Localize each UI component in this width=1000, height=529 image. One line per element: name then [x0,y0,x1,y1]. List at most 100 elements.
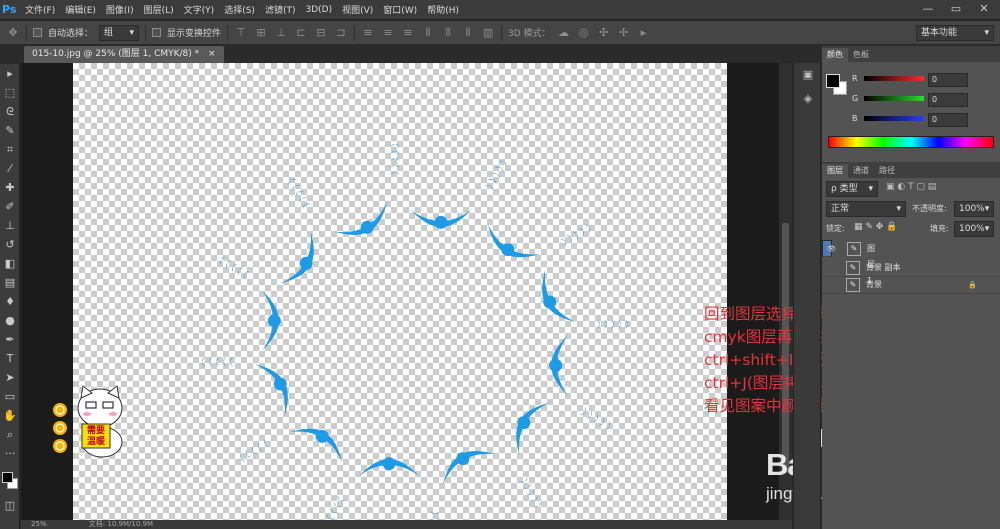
tab-swatches[interactable]: 色板 [848,48,874,62]
eraser-tool-icon[interactable]: ◧ [0,254,20,273]
layer-thumbnail[interactable]: ✎ [846,278,860,292]
menu-layer[interactable]: 图层(L) [139,3,179,16]
menu-file[interactable]: 文件(F) [20,3,60,16]
tab-layers[interactable]: 图层 [822,164,848,178]
show-transform-checkbox[interactable] [152,28,162,37]
auto-select-dropdown[interactable]: 组 ▾ [99,24,140,41]
align-bottom-icon[interactable]: ⊥ [274,26,288,40]
scale-3d-icon[interactable]: ▸ [637,26,651,40]
align-vcenter-icon[interactable]: ⊞ [254,26,268,40]
channel-slider[interactable] [864,116,924,121]
type-tool-icon[interactable]: T [0,349,20,368]
hand-tool-icon[interactable]: ✋ [0,406,20,425]
distribute-left-icon[interactable]: ⦀ [421,26,435,40]
crop-tool-icon[interactable]: ⌗ [0,140,20,159]
zoom-level[interactable]: 25% [31,520,47,528]
fg-color-chip[interactable] [826,74,840,88]
menu-help[interactable]: 帮助(H) [422,3,464,16]
properties-panel-icon[interactable]: ◈ [794,87,822,111]
distribute-right-icon[interactable]: ⦀ [461,26,475,40]
layer-kind-filter[interactable]: ρ 类型 ▾ [826,181,878,197]
blend-mode-dropdown[interactable]: 正常 ▾ [826,201,906,217]
sticker-sign-text: 需要温暖 [86,426,105,447]
menu-type[interactable]: 文字(Y) [179,3,220,16]
slide-3d-icon[interactable]: ✢ [617,26,631,40]
layer-row[interactable]: ✎ 背景 🔒 [822,277,1000,294]
tab-channels[interactable]: 通道 [848,164,874,178]
quick-mask-icon[interactable]: ◫ [0,496,20,515]
tab-close-icon[interactable]: × [208,49,216,59]
chevron-mark [566,235,572,244]
fill-input[interactable]: 100% ▾ [954,221,994,237]
align-right-icon[interactable]: ⊐ [334,26,348,40]
move-tool-icon[interactable]: ✥ [6,26,20,40]
opacity-input[interactable]: 100% ▾ [954,201,994,217]
menu-window[interactable]: 窗口(W) [378,3,422,16]
auto-align-icon[interactable]: ▥ [481,26,495,40]
marquee-tool-icon[interactable]: ⬚ [0,83,20,102]
roll-3d-icon[interactable]: ◎ [577,26,591,40]
document-tab[interactable]: 015-10.jpg @ 25% (图层 1, CMYK/8) * × [24,46,224,63]
align-top-icon[interactable]: ⊤ [234,26,248,40]
layer-row[interactable]: ✎ 背景 副本 [822,260,1000,277]
channel-slider[interactable] [864,96,924,101]
chevron-mark [498,160,508,167]
menu-filter[interactable]: 滤镜(T) [260,3,301,16]
eyedropper-tool-icon[interactable]: ⁄ [0,159,20,178]
auto-select-checkbox[interactable] [33,28,42,37]
shape-tool-icon[interactable]: ▭ [0,387,20,406]
canvas[interactable] [73,63,727,529]
history-brush-tool-icon[interactable]: ↺ [0,235,20,254]
chevron-cluster [219,256,250,280]
quick-select-tool-icon[interactable]: ✎ [0,121,20,140]
move-tool-icon[interactable]: ▸ [0,64,20,83]
menu-edit[interactable]: 编辑(E) [60,3,101,16]
tab-paths[interactable]: 路径 [874,164,900,178]
channel-value-input[interactable]: 0 [928,93,968,107]
stamp-tool-icon[interactable]: ⊥ [0,216,20,235]
visibility-eye-icon[interactable]: 👁 [827,241,839,257]
lasso-tool-icon[interactable]: ᘓ [0,102,20,121]
menu-image[interactable]: 图像(I) [101,3,139,16]
layer-thumbnail[interactable]: ✎ [846,261,860,275]
healing-tool-icon[interactable]: ✚ [0,178,20,197]
brush-tool-icon[interactable]: ✐ [0,197,20,216]
zoom-tool-icon[interactable]: ⌕ [0,425,20,444]
workspace-dropdown[interactable]: 基本功能 ▾ [916,25,994,41]
restore-button[interactable]: ▭ [942,0,970,18]
close-window-button[interactable]: ✕ [970,0,998,18]
separator [354,24,356,41]
lock-icons[interactable]: ▦ ✎ ✥ 🔒 [854,222,897,232]
blur-tool-icon[interactable]: ♦ [0,292,20,311]
menu-select[interactable]: 选择(S) [219,3,260,16]
distribute-hcenter-icon[interactable]: ⦀ [441,26,455,40]
align-left-icon[interactable]: ⊏ [294,26,308,40]
foreground-color-swatch[interactable] [2,472,13,483]
chevron-mark [298,197,308,204]
orbit-3d-icon[interactable]: ☁ [557,26,571,40]
tab-color[interactable]: 颜色 [822,48,848,62]
dodge-tool-icon[interactable]: ● [0,311,20,330]
align-hcenter-icon[interactable]: ⊟ [314,26,328,40]
color-spectrum-bar[interactable] [828,136,994,148]
distribute-bottom-icon[interactable]: ≡ [401,26,415,40]
history-panel-icon[interactable]: ▣ [794,63,822,87]
channel-value-input[interactable]: 0 [928,73,968,87]
minimize-button[interactable]: — [914,0,942,18]
path-select-tool-icon[interactable]: ➤ [0,368,20,387]
layer-thumbnail[interactable]: ✎ [847,242,861,256]
distribute-top-icon[interactable]: ≡ [361,26,375,40]
channel-slider[interactable] [864,76,924,81]
menu-view[interactable]: 视图(V) [337,3,378,16]
channel-row-r: R0 [822,70,1000,90]
layer-row[interactable]: 👁 ✎ 图层 1 [822,240,875,285]
menu-3d[interactable]: 3D(D) [300,5,337,15]
filter-icons[interactable]: ▣ ◐ T ▢ ▤ [886,182,936,192]
chevron-mark [295,191,305,198]
distribute-vcenter-icon[interactable]: ≡ [381,26,395,40]
more-tools-icon[interactable]: ··· [0,444,20,463]
drag-3d-icon[interactable]: ✣ [597,26,611,40]
pen-tool-icon[interactable]: ✒ [0,330,20,349]
channel-value-input[interactable]: 0 [928,113,968,127]
gradient-tool-icon[interactable]: ▤ [0,273,20,292]
